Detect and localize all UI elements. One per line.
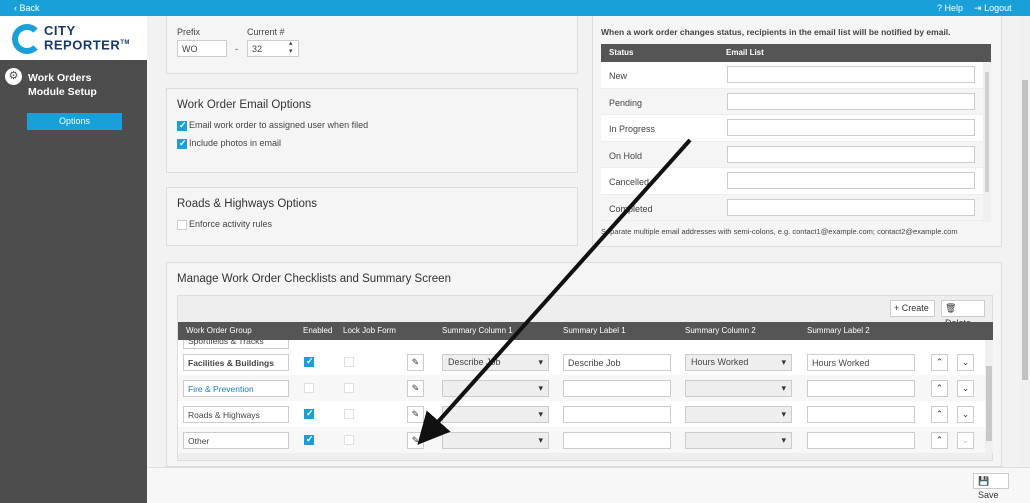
sidebar: CITY REPORTERTM ⚙ Work Orders Module Set…	[0, 16, 147, 503]
logo: CITY REPORTERTM	[0, 16, 147, 60]
page-scrollbar[interactable]	[1020, 16, 1030, 467]
annotation-arrow	[417, 138, 692, 445]
back-link[interactable]: ‹ Back	[14, 3, 40, 13]
back-label: Back	[19, 3, 40, 13]
module-title: Work Orders Module Setup	[28, 71, 97, 99]
logo-line1: CITY	[44, 23, 76, 38]
logo-line2-text: REPORTER	[44, 37, 121, 53]
work-orders-icon: ⚙	[5, 68, 22, 85]
page-scroll-thumb[interactable]	[1022, 80, 1028, 380]
annotation-arrow-line	[417, 138, 692, 445]
logout-icon: ⇥	[974, 3, 982, 13]
save-button[interactable]: 💾 Save	[973, 473, 1009, 500]
help-label: Help	[944, 3, 964, 13]
top-bar: ‹ Back ? Help ⇥ Logout	[0, 0, 1030, 16]
module-title-line1: Work Orders	[28, 72, 92, 84]
logo-text: CITY REPORTERTM	[44, 23, 130, 51]
options-button[interactable]: Options	[27, 113, 122, 130]
logo-tm: TM	[120, 40, 130, 46]
bottom-bar: 💾 Save	[147, 467, 1030, 503]
help-link[interactable]: ? Help	[937, 3, 963, 13]
save-label: Save	[978, 490, 999, 500]
logo-line2: REPORTERTM	[44, 37, 130, 51]
save-icon: 💾	[978, 476, 990, 486]
logout-label: Logout	[984, 3, 1012, 13]
logout-link[interactable]: ⇥ Logout	[974, 3, 1012, 14]
module-title-line2: Module Setup	[28, 86, 97, 98]
main-content: Prefix WO - Current # 32 ▴ ▾ Work Order E…	[147, 16, 1020, 467]
help-icon: ?	[937, 3, 943, 13]
logo-mark-icon	[12, 24, 42, 54]
